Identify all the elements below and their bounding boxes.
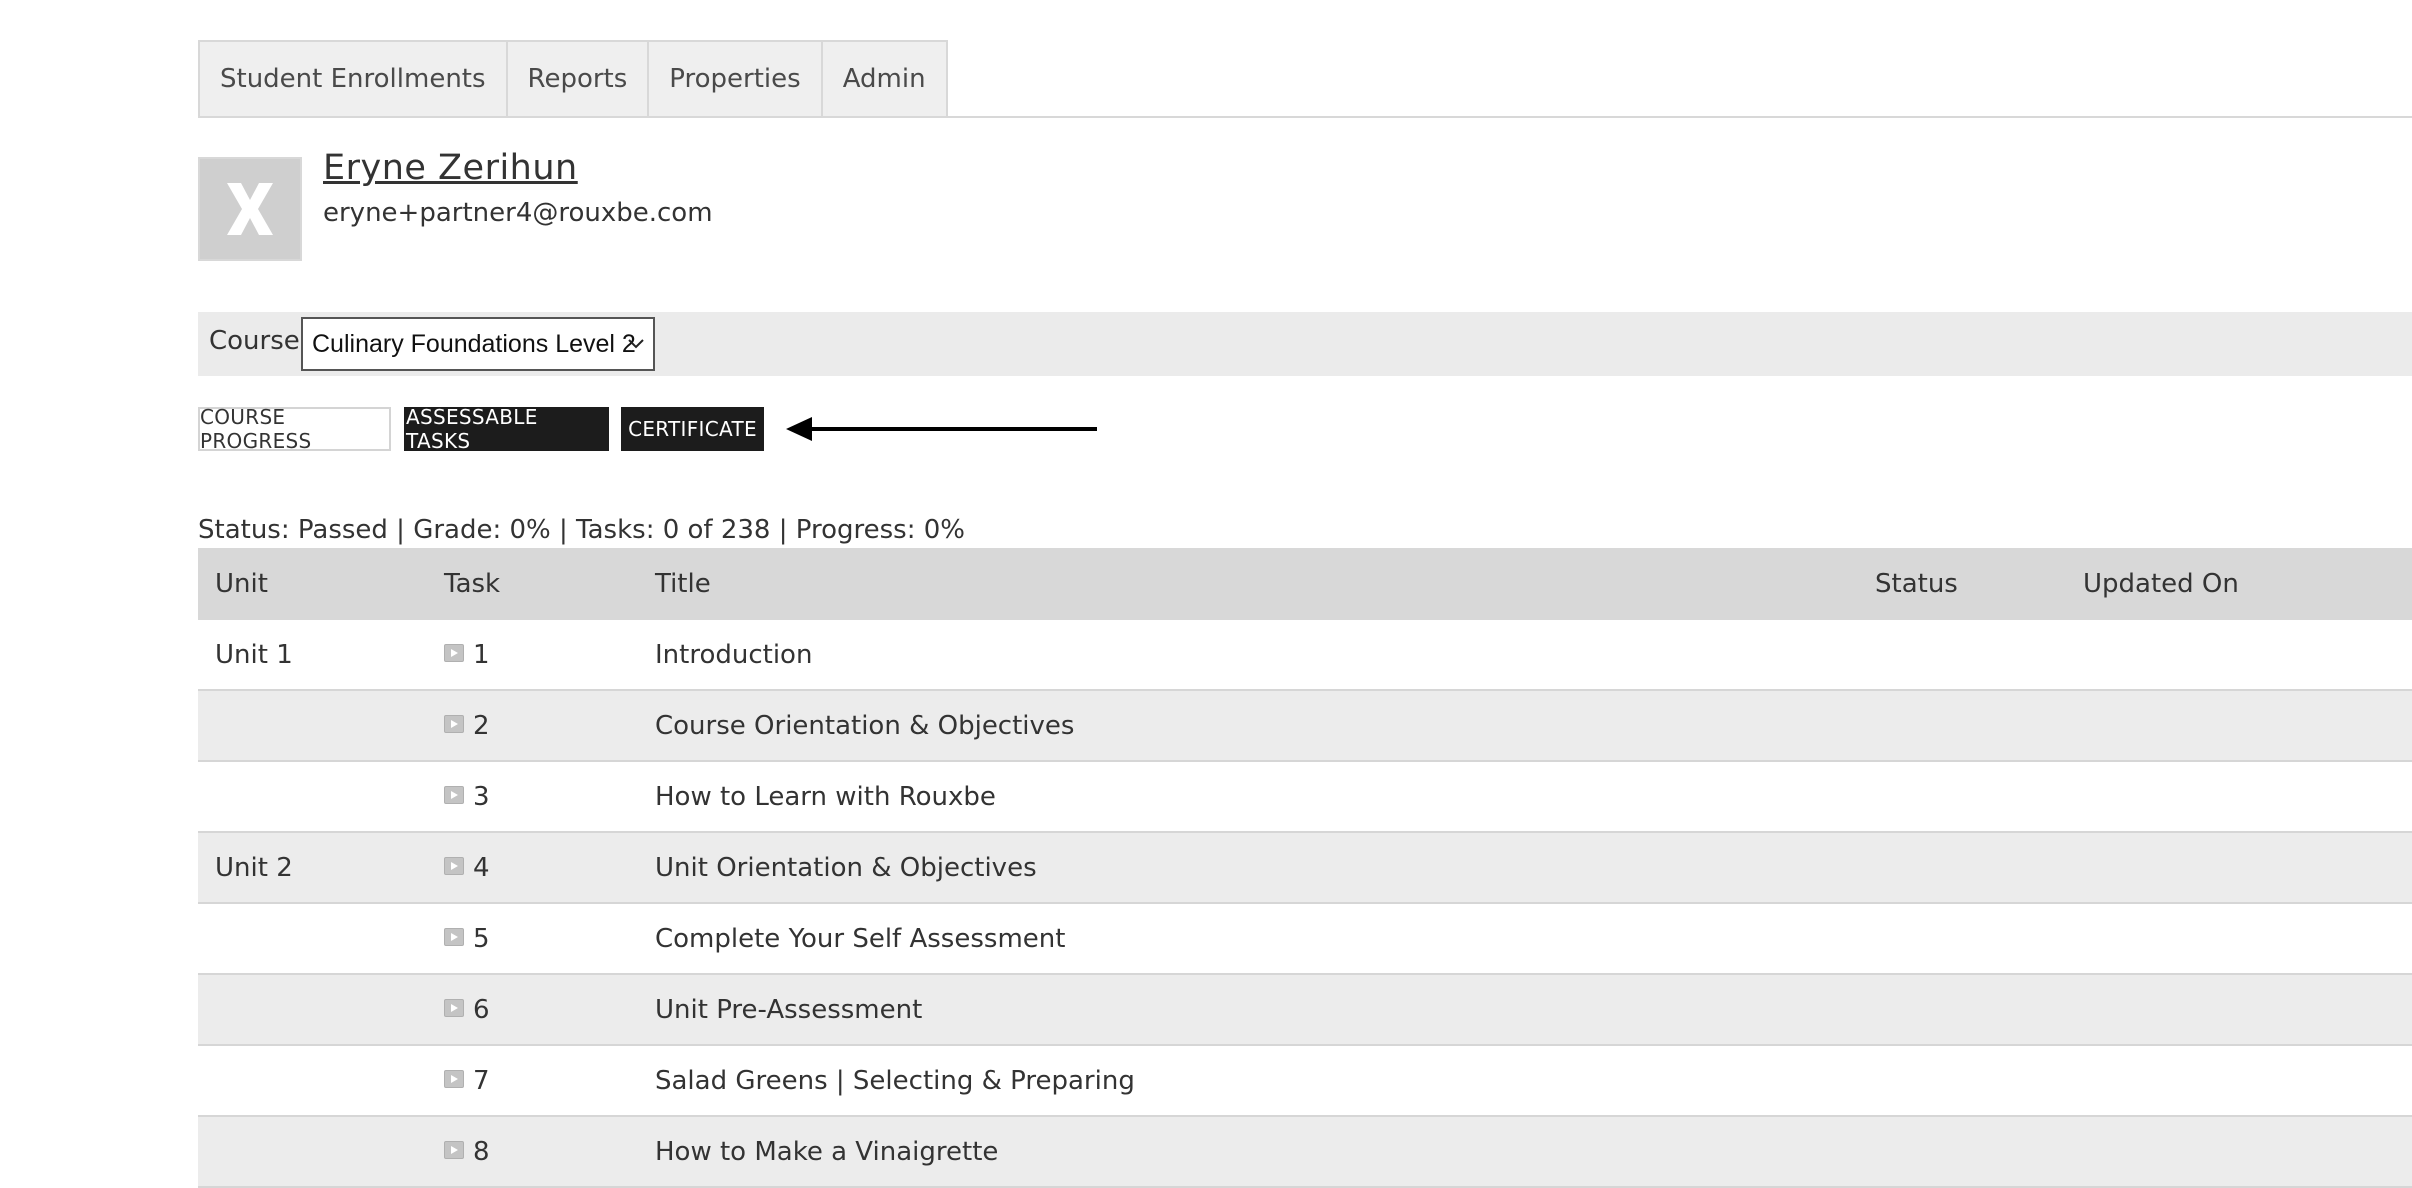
play-icon	[444, 714, 464, 733]
task-number: 6	[473, 994, 490, 1025]
tabs-divider	[198, 116, 2412, 118]
page: Student Enrollments Reports Properties A…	[0, 0, 2412, 1188]
course-select[interactable]: Culinary Foundations Level 2	[301, 317, 655, 371]
task-number: 2	[473, 710, 490, 741]
header-status: Status	[1875, 569, 1958, 599]
enrollment-summary: Status: Passed | Grade: 0% | Tasks: 0 of…	[198, 515, 965, 545]
tab-reports[interactable]: Reports	[505, 40, 650, 116]
row-task: 5	[444, 904, 490, 973]
course-selector-bar: Course: Culinary Foundations Level 2	[198, 312, 2412, 376]
table-row: 7 Salad Greens | Selecting & Preparing	[198, 1046, 2412, 1117]
header-title: Title	[655, 569, 711, 599]
table-header: Unit Task Title Status Updated On	[198, 548, 2412, 620]
row-task: 1	[444, 620, 490, 689]
admin-tabs: Student Enrollments Reports Properties A…	[198, 40, 948, 116]
x-logo-icon	[227, 183, 273, 235]
table-row: 8 How to Make a Vinaigrette	[198, 1117, 2412, 1188]
row-task: 8	[444, 1117, 490, 1186]
avatar	[198, 157, 302, 261]
chevron-down-icon	[628, 339, 644, 349]
table-row: Unit 1 1 Introduction	[198, 620, 2412, 691]
row-task: 2	[444, 691, 490, 760]
table-row: 5 Complete Your Self Assessment	[198, 904, 2412, 975]
tab-admin[interactable]: Admin	[820, 40, 948, 116]
header-task: Task	[444, 569, 501, 599]
student-email: eryne+partner4@rouxbe.com	[323, 198, 713, 228]
table-row: 3 How to Learn with Rouxbe	[198, 762, 2412, 833]
row-title: Unit Pre-Assessment	[655, 994, 923, 1025]
tasks-table: Unit Task Title Status Updated On Unit 1…	[198, 548, 2412, 1188]
row-title: How to Learn with Rouxbe	[655, 781, 996, 812]
play-icon	[444, 998, 464, 1017]
row-task: 7	[444, 1046, 490, 1115]
course-progress-button[interactable]: COURSE PROGRESS	[198, 405, 391, 453]
play-icon	[444, 1069, 464, 1088]
row-title: Introduction	[655, 639, 813, 670]
row-unit: Unit 2	[215, 852, 293, 883]
row-title: Unit Orientation & Objectives	[655, 852, 1037, 883]
row-title: Course Orientation & Objectives	[655, 710, 1075, 741]
play-icon	[444, 927, 464, 946]
tab-properties[interactable]: Properties	[647, 40, 823, 116]
header-unit: Unit	[215, 569, 268, 599]
task-number: 8	[473, 1136, 490, 1167]
task-number: 5	[473, 923, 490, 954]
tab-student-enrollments[interactable]: Student Enrollments	[198, 40, 508, 116]
table-row: Unit 2 4 Unit Orientation & Objectives	[198, 833, 2412, 904]
row-title: How to Make a Vinaigrette	[655, 1136, 999, 1167]
task-number: 7	[473, 1065, 490, 1096]
header-updated-on: Updated On	[2083, 569, 2239, 599]
row-title: Salad Greens | Selecting & Preparing	[655, 1065, 1135, 1096]
assessable-tasks-button[interactable]: ASSESSABLE TASKS	[404, 405, 609, 453]
task-number: 1	[473, 639, 490, 670]
row-title: Complete Your Self Assessment	[655, 923, 1066, 954]
task-number: 3	[473, 781, 490, 812]
play-icon	[444, 785, 464, 804]
row-task: 4	[444, 833, 490, 902]
row-unit: Unit 1	[215, 639, 293, 670]
play-icon	[444, 856, 464, 875]
task-number: 4	[473, 852, 490, 883]
arrow-annotation-icon	[786, 417, 1097, 441]
play-icon	[444, 1140, 464, 1159]
student-name-link[interactable]: Eryne Zerihun	[323, 148, 578, 188]
course-label: Course:	[209, 326, 309, 356]
row-task: 3	[444, 762, 490, 831]
table-row: 6 Unit Pre-Assessment	[198, 975, 2412, 1046]
play-icon	[444, 643, 464, 662]
certificate-button[interactable]: CERTIFICATE	[621, 407, 764, 451]
row-task: 6	[444, 975, 490, 1044]
course-select-value: Culinary Foundations Level 2	[312, 329, 636, 358]
table-row: 2 Course Orientation & Objectives	[198, 691, 2412, 762]
